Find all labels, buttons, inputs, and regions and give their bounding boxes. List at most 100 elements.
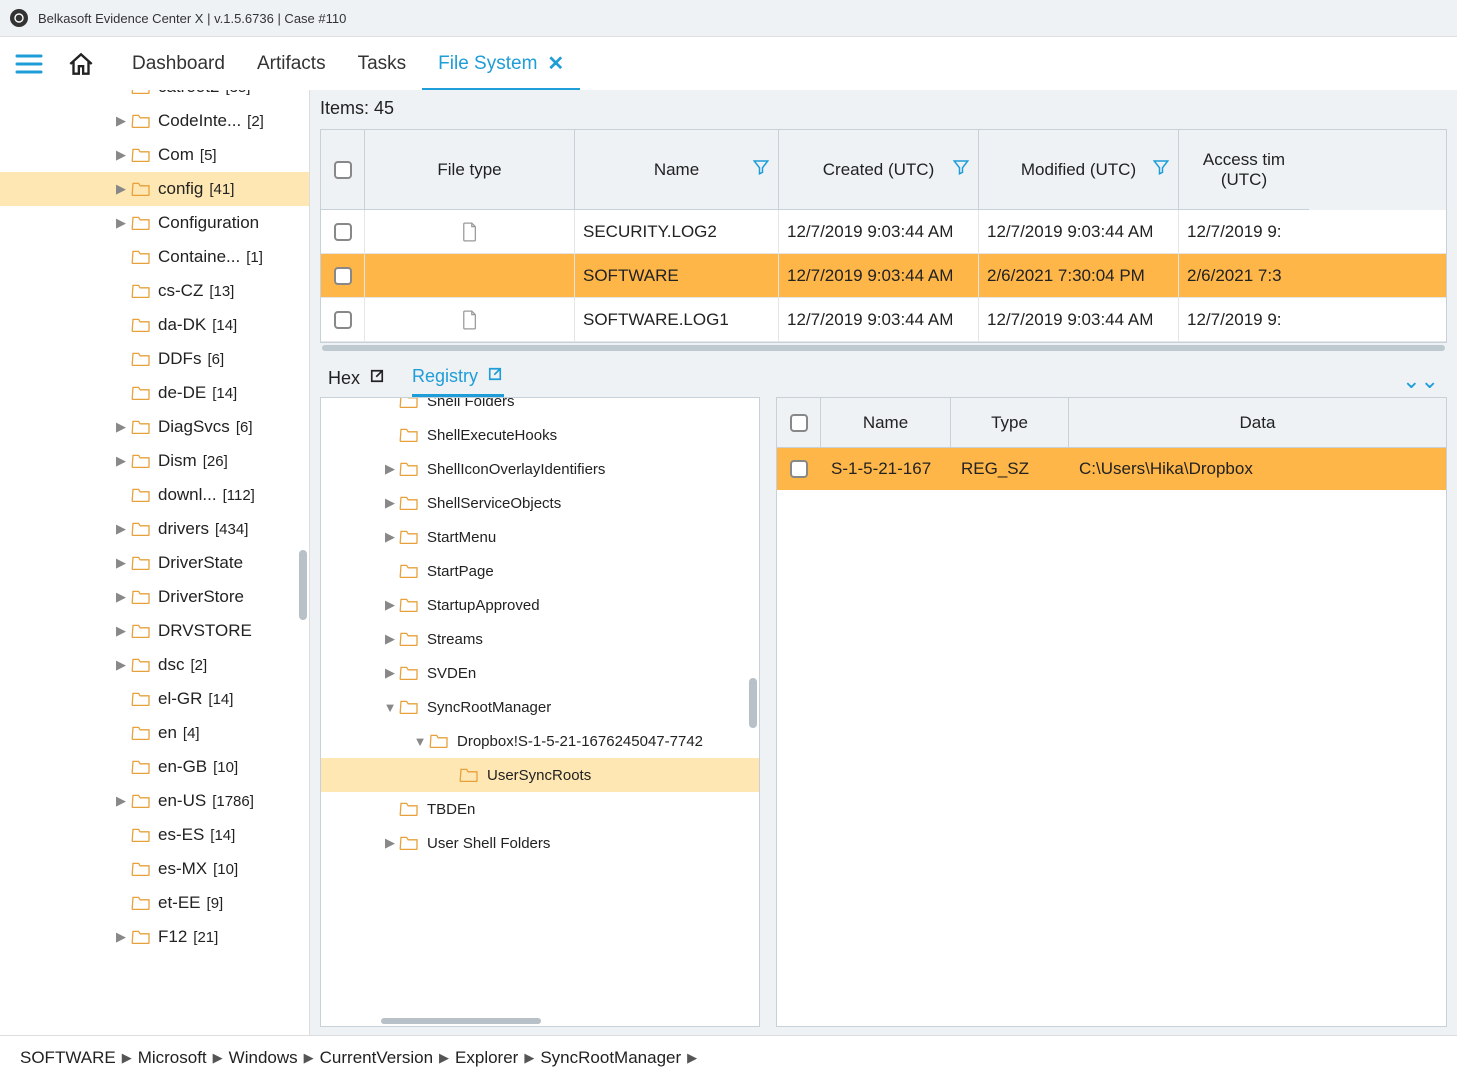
breadcrumb-item[interactable]: SOFTWARE [20, 1048, 116, 1068]
filter-icon[interactable] [952, 158, 970, 181]
tree-item[interactable]: ▶Com[5] [0, 138, 309, 172]
chevron-right-icon: ▶ [524, 1050, 534, 1066]
column-header-checkbox[interactable] [321, 130, 365, 210]
tree-item[interactable]: Containe...[1] [0, 240, 309, 274]
breadcrumb-item[interactable]: SyncRootManager [540, 1048, 681, 1068]
table-row[interactable]: SOFTWARE.LOG112/7/2019 9:03:44 AM12/7/20… [321, 298, 1446, 342]
folder-icon [130, 486, 152, 504]
tab-dashboard[interactable]: Dashboard [116, 37, 241, 90]
tab-tasks[interactable]: Tasks [342, 37, 423, 90]
registry-tree-item[interactable]: ▶StartMenu [321, 520, 759, 554]
registry-tree-item[interactable]: ▼Dropbox!S-1-5-21-1676245047-7742 [321, 724, 759, 758]
registry-tree-item[interactable]: ShellExecuteHooks [321, 418, 759, 452]
registry-tree-item[interactable]: ▶User Shell Folders [321, 826, 759, 860]
table-row[interactable]: SOFTWARE12/7/2019 9:03:44 AM2/6/2021 7:3… [321, 254, 1446, 298]
column-header-created[interactable]: Created (UTC) [779, 130, 979, 210]
horizontal-scrollbar[interactable] [322, 345, 1445, 351]
tree-item[interactable]: downl...[112] [0, 478, 309, 512]
registry-tree-item[interactable]: ▶SVDEn [321, 656, 759, 690]
row-checkbox[interactable] [321, 254, 365, 297]
folder-icon [130, 656, 152, 674]
tab-artifacts[interactable]: Artifacts [241, 37, 342, 90]
tree-item[interactable]: et-EE[9] [0, 886, 309, 920]
tree-item-label: DriverStore [158, 587, 244, 607]
breadcrumb: SOFTWARE▶Microsoft▶Windows▶CurrentVersio… [0, 1035, 1457, 1079]
tree-item[interactable]: de-DE[14] [0, 376, 309, 410]
tree-item[interactable]: cs-CZ[13] [0, 274, 309, 308]
tree-item-label: config [158, 179, 203, 199]
breadcrumb-item[interactable]: CurrentVersion [320, 1048, 433, 1068]
tree-item-count: [2] [190, 657, 207, 674]
chevron-right-icon: ▶ [687, 1050, 697, 1066]
tree-item[interactable]: es-MX[10] [0, 852, 309, 886]
table-row[interactable]: SECURITY.LOG212/7/2019 9:03:44 AM12/7/20… [321, 210, 1446, 254]
tree-item[interactable]: es-ES[14] [0, 818, 309, 852]
tree-item[interactable]: en-GB[10] [0, 750, 309, 784]
tree-item-count: [10] [213, 759, 238, 776]
tree-item[interactable]: ▶DriverStore [0, 580, 309, 614]
tree-item[interactable]: ▶drivers[434] [0, 512, 309, 546]
column-header-filetype[interactable]: File type [365, 130, 575, 210]
home-icon[interactable] [64, 47, 98, 81]
registry-tree[interactable]: Shell FoldersShellExecuteHooks▶ShellIcon… [320, 397, 760, 1027]
scrollbar-thumb[interactable] [749, 678, 757, 728]
tree-item[interactable]: en[4] [0, 716, 309, 750]
breadcrumb-item[interactable]: Microsoft [138, 1048, 207, 1068]
scrollbar-thumb[interactable] [299, 550, 307, 620]
registry-tree-item[interactable]: UserSyncRoots [321, 758, 759, 792]
folder-icon [130, 316, 152, 334]
column-header-type[interactable]: Type [951, 398, 1069, 447]
tree-item[interactable]: ▶dsc[2] [0, 648, 309, 682]
caret-icon: ▶ [112, 793, 130, 809]
breadcrumb-item[interactable]: Windows [229, 1048, 298, 1068]
tab-file-system[interactable]: File System✕ [422, 37, 580, 90]
lower-tabs: Hex Registry ⌄⌄ [328, 365, 1447, 397]
tree-item[interactable]: da-DK[14] [0, 308, 309, 342]
column-header-modified[interactable]: Modified (UTC) [979, 130, 1179, 210]
registry-tree-item[interactable]: ▶Streams [321, 622, 759, 656]
lower-tab-registry[interactable]: Registry [412, 365, 504, 397]
tree-item[interactable]: ▶config[41] [0, 172, 309, 206]
column-header-checkbox[interactable] [777, 398, 821, 447]
filter-icon[interactable] [1152, 158, 1170, 181]
registry-value-row[interactable]: S-1-5-21-167REG_SZC:\Users\Hika\Dropbox [777, 448, 1446, 490]
hamburger-icon[interactable] [12, 47, 46, 81]
caret-icon: ▶ [112, 521, 130, 537]
close-icon[interactable]: ✕ [547, 51, 564, 76]
row-checkbox[interactable] [321, 298, 365, 341]
tree-item[interactable]: el-GR[14] [0, 682, 309, 716]
tree-item[interactable]: ▶CodeInte...[2] [0, 104, 309, 138]
registry-tree-item[interactable]: TBDEn [321, 792, 759, 826]
tree-item[interactable]: ▶en-US[1786] [0, 784, 309, 818]
popout-icon[interactable] [486, 365, 504, 388]
folder-icon [130, 90, 152, 96]
tree-item-label: Containe... [158, 247, 240, 267]
filter-icon[interactable] [752, 158, 770, 181]
tree-item[interactable]: ▶Dism[26] [0, 444, 309, 478]
tree-item[interactable]: ▶DRVSTORE [0, 614, 309, 648]
registry-tree-item[interactable]: ▼SyncRootManager [321, 690, 759, 724]
column-header-access[interactable]: Access tim(UTC) [1179, 130, 1309, 210]
row-checkbox[interactable] [777, 448, 821, 490]
registry-tree-item[interactable]: Shell Folders [321, 397, 759, 418]
registry-tree-item[interactable]: ▶ShellServiceObjects [321, 486, 759, 520]
tree-item[interactable]: catroot2[35] [0, 90, 309, 104]
lower-tab-hex[interactable]: Hex [328, 367, 386, 396]
tree-item[interactable]: DDFs[6] [0, 342, 309, 376]
breadcrumb-item[interactable]: Explorer [455, 1048, 518, 1068]
registry-tree-item[interactable]: ▶StartupApproved [321, 588, 759, 622]
column-header-data[interactable]: Data [1069, 398, 1446, 447]
file-tree-sidebar[interactable]: catroot2[35]▶CodeInte...[2]▶Com[5]▶confi… [0, 90, 310, 1035]
tree-item[interactable]: ▶F12[21] [0, 920, 309, 954]
tree-item[interactable]: ▶DiagSvcs[6] [0, 410, 309, 444]
registry-tree-item[interactable]: StartPage [321, 554, 759, 588]
tree-item[interactable]: ▶DriverState [0, 546, 309, 580]
column-header-name[interactable]: Name [575, 130, 779, 210]
tree-item[interactable]: ▶Configuration [0, 206, 309, 240]
chevron-down-icon[interactable]: ⌄⌄ [1402, 368, 1439, 394]
horizontal-scrollbar[interactable] [381, 1018, 541, 1024]
popout-icon[interactable] [368, 367, 386, 390]
row-checkbox[interactable] [321, 210, 365, 253]
registry-tree-item[interactable]: ▶ShellIconOverlayIdentifiers [321, 452, 759, 486]
column-header-name[interactable]: Name [821, 398, 951, 447]
